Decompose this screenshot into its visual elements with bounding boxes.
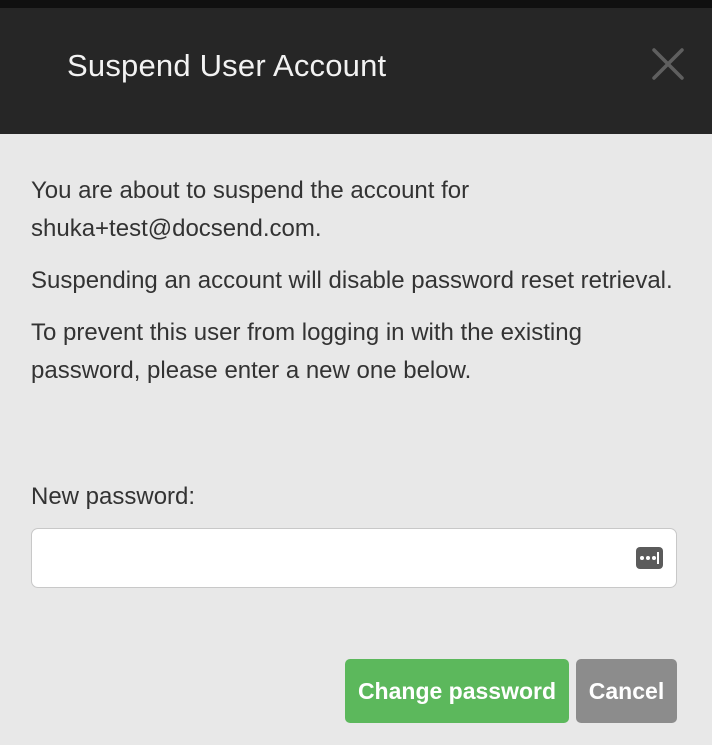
suspend-message: You are about to suspend the account for… (31, 177, 470, 242)
password-manager-icon[interactable] (636, 547, 663, 569)
cancel-button[interactable]: Cancel (576, 659, 677, 723)
reset-warning-message: Suspending an account will disable passw… (31, 267, 673, 294)
new-password-label: New password: (31, 483, 196, 510)
suspend-user-dialog: Suspend User Account You are about to su… (0, 0, 712, 745)
dialog-body: You are about to suspend the account for… (31, 172, 681, 404)
dialog-header: Suspend User Account (0, 0, 712, 134)
change-password-button[interactable]: Change password (345, 659, 569, 723)
close-icon[interactable] (648, 44, 688, 84)
dialog-title: Suspend User Account (67, 48, 387, 83)
new-password-field-wrapper (31, 528, 677, 588)
new-password-input[interactable] (32, 529, 632, 587)
new-password-instructions: To prevent this user from logging in wit… (31, 319, 582, 384)
